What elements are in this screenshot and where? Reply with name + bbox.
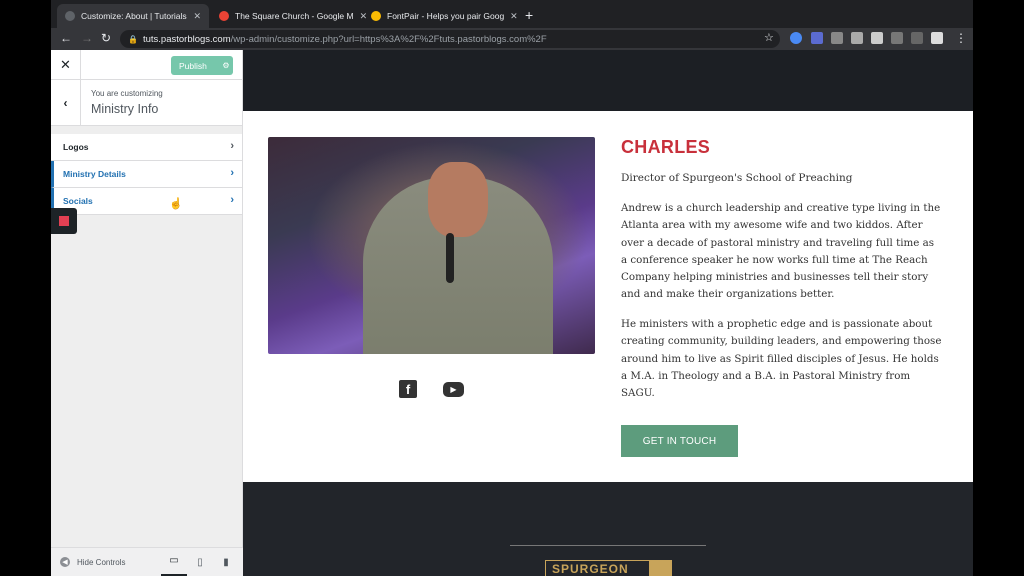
chevron-right-icon: ›: [230, 140, 234, 152]
maps-icon: [219, 11, 229, 21]
tab-fontpair[interactable]: FontPair - Helps you pair Goog ✕: [363, 4, 518, 28]
collapse-icon: ◀: [60, 557, 70, 567]
new-tab-button[interactable]: +: [525, 7, 533, 23]
extension-icon[interactable]: [831, 32, 843, 44]
menu-item-label: Logos: [63, 142, 89, 152]
profile-avatar[interactable]: [931, 32, 943, 44]
address-bar[interactable]: 🔒 tuts.pastorblogs.com/wp-admin/customiz…: [120, 30, 780, 48]
tab-strip: Customize: About | Tutorials ✕ The Squar…: [51, 0, 973, 28]
bio-paragraph: Andrew is a church leadership and creati…: [621, 202, 941, 301]
chevron-right-icon: ›: [230, 194, 234, 206]
footer-logo[interactable]: SPURGEON: [545, 560, 672, 576]
bio-paragraph: He ministers with a prophetic edge and i…: [621, 318, 942, 400]
menu-item-logos[interactable]: Logos ›: [51, 134, 242, 161]
footer-divider: [510, 545, 706, 546]
tablet-preview-icon[interactable]: ▯: [187, 548, 213, 576]
tab-title: Customize: About | Tutorials: [81, 11, 187, 21]
logo-mark-icon: [649, 561, 671, 576]
photo-microphone-shape: [446, 233, 454, 283]
back-button[interactable]: ‹: [51, 80, 81, 126]
menu-item-label: Ministry Details: [63, 169, 126, 179]
hide-controls-label: Hide Controls: [77, 557, 126, 567]
site-footer: SPURGEON: [243, 482, 973, 576]
youtube-icon[interactable]: ▶: [443, 382, 464, 397]
chevron-right-icon: ›: [230, 167, 234, 179]
desktop-preview-icon[interactable]: ▭: [161, 548, 187, 576]
hand-cursor-icon: ☝: [169, 198, 183, 210]
url-host: tuts.pastorblogs.com: [142, 33, 231, 45]
kebab-menu-icon[interactable]: ⋮: [955, 31, 967, 45]
hide-controls-button[interactable]: ◀ Hide Controls: [51, 557, 161, 567]
customizing-label: You are customizing: [91, 89, 163, 98]
tab-square-church[interactable]: The Square Church - Google M ✕: [211, 4, 367, 28]
back-arrow-icon[interactable]: ←: [60, 31, 72, 45]
wordpress-icon: [65, 11, 75, 21]
tab-title: FontPair - Helps you pair Goog: [387, 11, 505, 21]
profile-photo: [268, 137, 595, 354]
publish-button[interactable]: Publish ⚙: [171, 56, 233, 75]
facebook-extension-icon[interactable]: [851, 32, 863, 44]
close-icon[interactable]: ✕: [51, 50, 81, 80]
browser-window: Customize: About | Tutorials ✕ The Squar…: [51, 0, 973, 576]
customizer-footer: ◀ Hide Controls ▭ ▯ ▮: [51, 547, 243, 576]
footer-logo-text: SPURGEON: [552, 562, 629, 576]
forward-arrow-icon[interactable]: →: [81, 31, 93, 45]
site-preview: f ▶ CHARLES Director of Spurgeon's Schoo…: [243, 50, 973, 576]
extension-icon[interactable]: [790, 32, 802, 44]
record-stop-widget[interactable]: [51, 208, 77, 234]
extension-icon[interactable]: [891, 32, 903, 44]
person-role: Director of Spurgeon's School of Preachi…: [621, 172, 853, 184]
extension-icon[interactable]: [911, 32, 923, 44]
customizer-panel: ✕ Publish ⚙ ‹ You are customizing Minist…: [51, 50, 243, 576]
photo-head-shape: [428, 162, 488, 237]
gear-icon[interactable]: ⚙: [219, 61, 233, 70]
close-tab-icon[interactable]: ✕: [504, 11, 518, 22]
menu-item-ministry-details[interactable]: Ministry Details ›: [51, 161, 242, 188]
bookmark-star-icon[interactable]: ☆: [764, 31, 774, 44]
tab-customize[interactable]: Customize: About | Tutorials ✕: [57, 4, 209, 28]
extension-icon[interactable]: [811, 32, 823, 44]
section-title: Ministry Info: [91, 102, 159, 116]
menu-item-socials[interactable]: Socials ›: [51, 188, 242, 215]
close-tab-icon[interactable]: ✕: [187, 11, 201, 22]
section-header: ‹ You are customizing Ministry Info: [51, 80, 242, 126]
tab-title: The Square Church - Google M: [235, 11, 354, 21]
get-in-touch-button[interactable]: GET IN TOUCH: [621, 425, 738, 457]
reload-icon[interactable]: ↻: [101, 31, 111, 45]
document-extension-icon[interactable]: [871, 32, 883, 44]
mobile-preview-icon[interactable]: ▮: [213, 548, 239, 576]
facebook-icon[interactable]: f: [399, 380, 417, 398]
fontpair-icon: [371, 11, 381, 21]
customizer-menu: Logos › Ministry Details › Socials ›: [51, 134, 242, 215]
browser-toolbar: ← → ↻ 🔒 tuts.pastorblogs.com/wp-admin/cu…: [51, 28, 973, 50]
hero-banner: [243, 50, 973, 111]
customizer-header: ✕ Publish ⚙: [51, 50, 242, 80]
url-path: /wp-admin/customize.php?url=https%3A%2F%…: [230, 33, 547, 45]
stop-icon: [59, 216, 69, 226]
menu-item-label: Socials: [63, 196, 93, 206]
publish-label: Publish: [179, 60, 207, 71]
person-name: CHARLES: [621, 137, 711, 157]
lock-icon: 🔒: [128, 34, 138, 44]
